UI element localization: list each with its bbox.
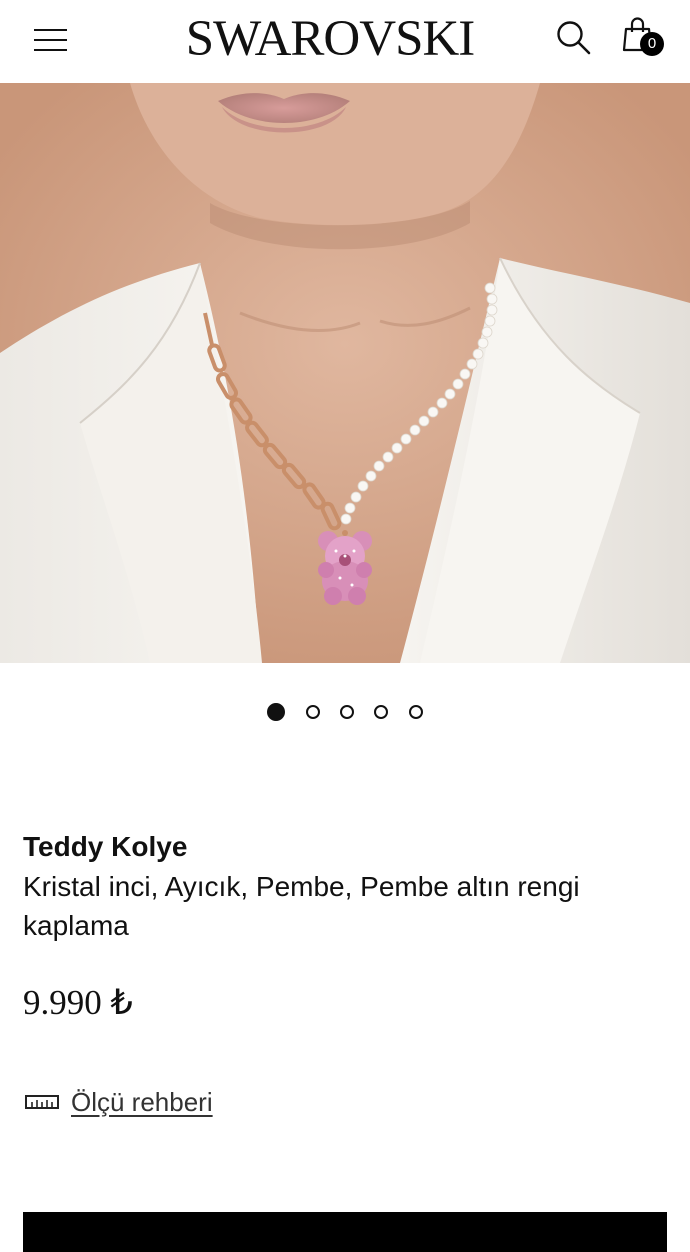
product-price: 9.990 ₺ (23, 983, 133, 1022)
product-image[interactable] (0, 83, 690, 663)
image-carousel-indicator (0, 703, 690, 725)
carousel-dot-5[interactable] (408, 705, 423, 719)
bag-count-badge: 0 (640, 32, 664, 56)
carousel-dot-1[interactable] (267, 703, 286, 721)
product-name: Teddy Kolye (23, 831, 188, 862)
carousel-dot-4[interactable] (374, 705, 389, 719)
size-guide-label[interactable]: Ölçü rehberi (71, 1084, 213, 1120)
ruler-icon (25, 1095, 59, 1109)
carousel-dot-3[interactable] (340, 705, 354, 719)
brand-logo[interactable]: SWAROVSKI (160, 6, 500, 72)
site-header: SWAROVSKI 0 (0, 0, 690, 83)
product-description: Kristal inci, Ayıcık, Pembe, Pembe altın… (23, 871, 580, 941)
carousel-dot-2[interactable] (305, 705, 320, 719)
hamburger-menu-icon[interactable] (34, 27, 68, 53)
search-icon[interactable] (555, 19, 593, 57)
shopping-bag-button[interactable]: 0 (622, 16, 668, 60)
add-to-bag-button[interactable] (23, 1212, 667, 1252)
